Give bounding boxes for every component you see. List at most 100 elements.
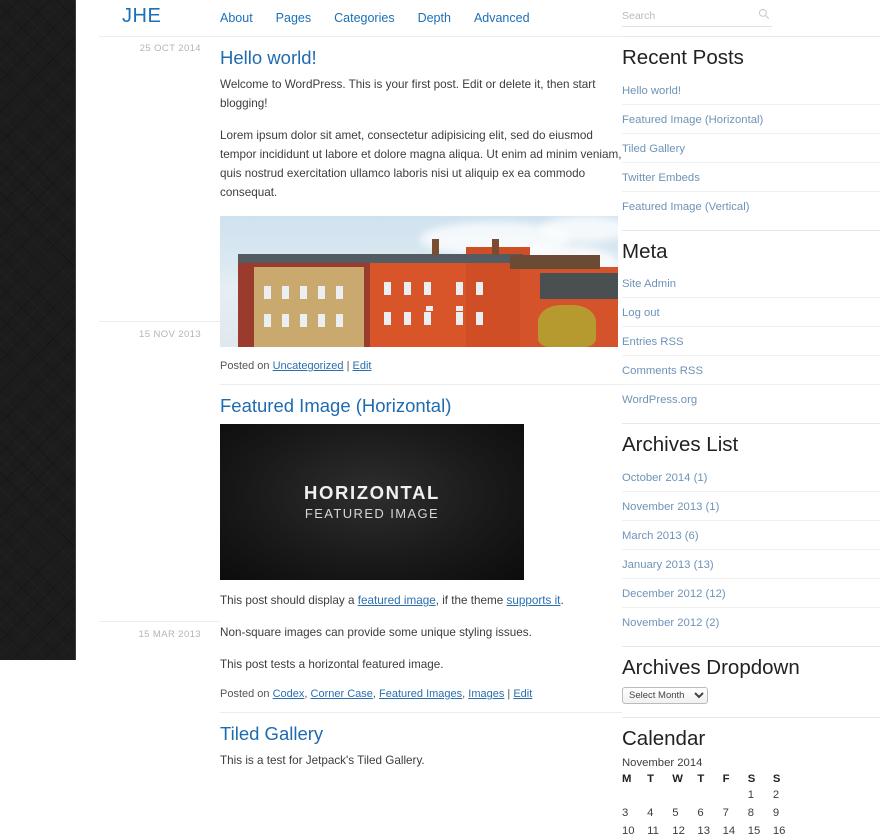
calendar-day [622, 786, 647, 804]
post-category-link[interactable]: Featured Images [379, 688, 462, 700]
calendar-weekday: S [772, 772, 781, 785]
featured-banner-subtitle: FEATURED IMAGE [304, 506, 440, 522]
list-item: WordPress.org [622, 385, 880, 413]
post-title-link[interactable]: Hello world! [220, 47, 622, 69]
meta-link-site-admin[interactable]: Site Admin [622, 278, 676, 290]
archive-link[interactable]: October 2014 (1) [622, 472, 707, 484]
post-paragraph: Non-square images can provide some uniqu… [220, 624, 622, 643]
calendar-day: 9 [772, 806, 780, 819]
post-title-link[interactable]: Tiled Gallery [220, 723, 622, 745]
recent-post-link[interactable]: Tiled Gallery [622, 143, 685, 155]
featured-image-banner: HORIZONTAL FEATURED IMAGE [220, 424, 524, 581]
post-meta: Posted on Codex, Corner Case, Featured I… [220, 688, 622, 700]
calendar-month-caption: November 2014 [622, 756, 703, 769]
nav-item-about[interactable]: About [220, 11, 253, 25]
paragraph-text: Non-square images can provide some uniqu… [220, 626, 532, 640]
calendar-day: 7 [722, 806, 729, 819]
post-title-link[interactable]: Featured Image (Horizontal) [220, 395, 622, 417]
widget-title: Calendar [622, 727, 706, 751]
paragraph-text: This post should display a [220, 594, 358, 608]
calendar-day: 12 [672, 824, 685, 837]
paragraph-text: , if the theme [435, 594, 507, 608]
post-category-link[interactable]: Images [468, 688, 504, 700]
archive-link[interactable]: December 2012 (12) [622, 588, 726, 600]
archive-link[interactable]: January 2013 (13) [622, 559, 714, 571]
supports-it-link[interactable]: supports it [507, 594, 561, 607]
meta-link-entries-rss[interactable]: Entries RSS [622, 336, 684, 348]
recent-post-link[interactable]: Twitter Embeds [622, 172, 700, 184]
archives-dropdown-select[interactable]: Select Month [622, 687, 708, 705]
calendar-day: 4 [647, 806, 654, 819]
paragraph-text: This is a test for Jetpack's Tiled Galle… [220, 754, 425, 768]
meta-list: Site Admin Log out Entries RSS Comments … [622, 269, 880, 413]
nav-item-depth[interactable]: Depth [418, 11, 451, 25]
recent-post-link[interactable]: Featured Image (Horizontal) [622, 114, 763, 126]
post-edit-link[interactable]: Edit [353, 360, 372, 372]
meta-link-wordpress-org[interactable]: WordPress.org [622, 394, 697, 406]
nav-item-pages[interactable]: Pages [276, 11, 311, 25]
archive-link[interactable]: March 2013 (6) [622, 530, 699, 542]
calendar-day: 5 [672, 806, 679, 819]
list-item: Featured Image (Vertical) [622, 192, 880, 220]
widget-divider [622, 229, 880, 231]
calendar-day: 15 [747, 824, 761, 837]
search-widget [622, 6, 802, 27]
archive-link[interactable]: November 2013 (1) [622, 501, 719, 513]
recent-post-link[interactable]: Hello world! [622, 85, 681, 97]
widget-calendar: Calendar November 2014 M T W T F S S 1 2… [622, 717, 880, 840]
post-edit-link[interactable]: Edit [513, 688, 532, 700]
calendar-table: M T W T F S S 1 2 3 4 5 6 7 8 9 10 11 12… [622, 772, 798, 840]
list-item: Log out [622, 298, 880, 328]
post-category-link[interactable]: Codex [273, 688, 305, 700]
calendar-day [672, 786, 697, 804]
calendar-weekday: S [747, 772, 756, 785]
post-category-link[interactable]: Uncategorized [273, 360, 344, 372]
calendar-row: 3 4 5 6 7 8 9 [622, 804, 798, 822]
widget-title: Recent Posts [622, 46, 744, 69]
calendar-header-row: M T W T F S S [622, 772, 798, 786]
post-hello-world: Hello world! Welcome to WordPress. This … [220, 36, 622, 372]
calendar-weekday: T [647, 772, 655, 785]
widget-divider [622, 423, 880, 425]
calendar-day: 2 [772, 788, 780, 801]
list-item: November 2012 (2) [622, 608, 880, 636]
calendar-day [697, 786, 722, 804]
widget-divider [622, 36, 880, 37]
meta-link-log-out[interactable]: Log out [622, 307, 660, 319]
post-meta-separator: | [343, 359, 353, 372]
list-item: March 2013 (6) [622, 521, 880, 550]
list-item: Hello world! [622, 76, 880, 105]
list-item: Featured Image (Horizontal) [622, 105, 880, 134]
site-title[interactable]: JHE [122, 5, 161, 28]
list-item: Tiled Gallery [622, 134, 880, 163]
archive-link[interactable]: November 2012 (2) [622, 617, 719, 629]
featured-banner-title: HORIZONTAL [304, 481, 440, 503]
calendar-day: 16 [772, 824, 786, 837]
calendar-day: 14 [722, 824, 736, 837]
widget-meta: Meta Site Admin Log out Entries RSS Comm… [622, 229, 880, 414]
post-photo-buildings [220, 215, 618, 347]
widget-title: Archives List [622, 433, 739, 457]
search-icon[interactable] [758, 8, 770, 20]
nav-item-categories[interactable]: Categories [334, 11, 394, 25]
calendar-weekday: M [622, 772, 632, 785]
search-input[interactable] [622, 9, 772, 27]
calendar-row: 10 11 12 13 14 15 16 [622, 822, 798, 840]
list-item: Entries RSS [622, 327, 880, 357]
post-featured-image-horizontal: Featured Image (Horizontal) HORIZONTAL F… [220, 383, 622, 700]
calendar-weekday: T [697, 772, 705, 785]
post-date-3: 15 MAR 2013 [138, 629, 201, 640]
post-category-link[interactable]: Corner Case [311, 688, 373, 700]
post-meta-separator: | [504, 687, 514, 700]
post-paragraph: Lorem ipsum dolor sit amet, consectetur … [220, 127, 622, 203]
nav-item-advanced[interactable]: Advanced [474, 11, 530, 25]
list-item: January 2013 (13) [622, 550, 880, 579]
meta-link-comments-rss[interactable]: Comments RSS [622, 365, 703, 377]
calendar-day: 13 [697, 824, 710, 837]
content-column: Hello world! Welcome to WordPress. This … [220, 36, 622, 784]
list-item: November 2013 (1) [622, 492, 880, 521]
featured-image-link[interactable]: featured image [358, 594, 436, 607]
post-meta: Posted on Uncategorized | Edit [220, 360, 622, 372]
recent-post-link[interactable]: Featured Image (Vertical) [622, 201, 749, 213]
paragraph-text: . [560, 594, 564, 608]
